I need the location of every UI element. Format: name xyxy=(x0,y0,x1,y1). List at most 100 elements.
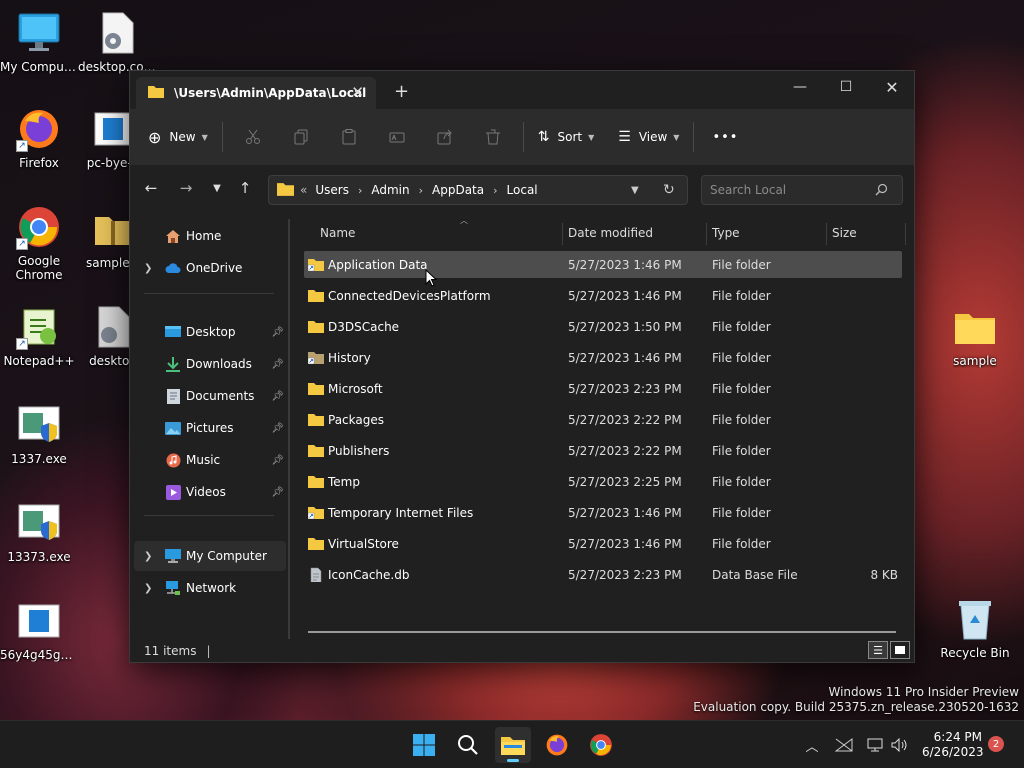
nav-item-downloads[interactable]: Downloads 📌︎ xyxy=(134,349,286,379)
column-header-size[interactable]: Size xyxy=(832,223,857,243)
nav-item-desktop[interactable]: Desktop 📌︎ xyxy=(134,317,286,347)
rename-button[interactable] xyxy=(373,119,421,155)
file-row-virtualstore[interactable]: VirtualStore 5/27/2023 1:46 PM File fold… xyxy=(304,530,902,557)
delete-button[interactable] xyxy=(469,119,517,155)
system-clock[interactable]: 6:24 PM 6/26/2023 xyxy=(922,730,984,760)
breadcrumb-users[interactable]: Users xyxy=(315,183,349,197)
desktop-icon-1337-exe[interactable]: 1337.exe xyxy=(0,402,78,466)
show-hidden-icons-button[interactable]: ︿ xyxy=(802,735,822,755)
nav-item-music[interactable]: Music 📌︎ xyxy=(134,445,286,475)
expand-chevron-icon[interactable]: ❯ xyxy=(144,583,152,594)
column-divider[interactable] xyxy=(562,223,563,245)
column-divider[interactable] xyxy=(826,223,827,245)
desktop-icon-firefox[interactable]: ↗ Firefox xyxy=(0,106,78,170)
up-button[interactable]: ↑ xyxy=(232,175,258,201)
paste-button[interactable] xyxy=(325,119,373,155)
desktop-icon-google-chrome[interactable]: ↗ Google Chrome xyxy=(0,204,78,282)
refresh-icon[interactable]: ↻ xyxy=(663,182,675,198)
nav-item-pictures[interactable]: Pictures 📌︎ xyxy=(134,413,286,443)
shortcut-arrow-icon: ↗ xyxy=(16,338,28,350)
nav-item-documents[interactable]: Documents 📌︎ xyxy=(134,381,286,411)
expand-chevron-icon[interactable]: ❯ xyxy=(144,551,152,562)
file-explorer-taskbar-button[interactable] xyxy=(495,727,531,763)
file-row-publishers[interactable]: Publishers 5/27/2023 2:22 PM File folder xyxy=(304,437,902,464)
new-button[interactable]: ⊕ New ▼ xyxy=(140,119,216,155)
file-row-temporary-internet-files[interactable]: Temporary Internet Files 5/27/2023 1:46 … xyxy=(304,499,902,526)
notification-badge[interactable]: 2 xyxy=(988,736,1004,752)
notepad-plus-plus-icon: ↗ xyxy=(16,304,62,350)
desktop-icon-sample-folder[interactable]: sample xyxy=(936,304,1014,368)
recent-locations-button[interactable]: ▼ xyxy=(204,175,230,201)
file-row-packages[interactable]: Packages 5/27/2023 2:22 PM File folder xyxy=(304,406,902,433)
desktop-icon-56y4g45gh4[interactable]: 56y4g45gh4... xyxy=(0,598,78,662)
chevron-right-icon: › xyxy=(357,183,363,197)
desktop-icon-desktop-config[interactable]: desktop.con... xyxy=(78,10,156,74)
file-row-history[interactable]: History 5/27/2023 1:46 PM File folder xyxy=(304,344,902,371)
folder-icon xyxy=(952,304,998,350)
desktop-icon-my-computer[interactable]: My Computer xyxy=(0,10,78,74)
cut-button[interactable] xyxy=(229,119,277,155)
search-taskbar-button[interactable] xyxy=(450,727,486,763)
nav-item-videos[interactable]: Videos 📌︎ xyxy=(134,477,286,507)
chrome-icon xyxy=(590,734,612,756)
shortcut-arrow-icon: ↗ xyxy=(16,140,28,152)
desktop-icon-13373-exe[interactable]: 13373.exe xyxy=(0,500,78,564)
desktop-icon-notepad-plus-plus[interactable]: ↗ Notepad++ xyxy=(0,304,78,368)
network-status-icon[interactable] xyxy=(834,735,854,755)
column-divider[interactable] xyxy=(706,223,707,245)
breadcrumb-local[interactable]: Local xyxy=(507,183,538,197)
column-header-name[interactable]: Name ︿ xyxy=(320,216,560,243)
horizontal-scrollbar[interactable] xyxy=(308,631,896,633)
nav-item-my-computer[interactable]: ❯ My Computer xyxy=(134,541,286,571)
file-row-iconcache-db[interactable]: IconCache.db 5/27/2023 2:23 PM Data Base… xyxy=(304,561,902,588)
file-row-application-data[interactable]: Application Data 5/27/2023 1:46 PM File … xyxy=(304,251,902,278)
desktop-icon-label: Firefox xyxy=(19,156,59,170)
desktop-icon-recycle-bin[interactable]: Recycle Bin xyxy=(936,596,1014,660)
maximize-button[interactable]: ☐ xyxy=(823,71,869,103)
breadcrumb-admin[interactable]: Admin xyxy=(371,183,409,197)
file-date: 5/27/2023 2:23 PM xyxy=(568,381,682,396)
address-bar[interactable]: « Users › Admin › AppData › Local ▼ ↻ xyxy=(268,175,688,205)
close-window-button[interactable]: ✕ xyxy=(869,71,915,103)
see-more-button[interactable]: ••• xyxy=(700,119,750,155)
column-header-date[interactable]: Date modified xyxy=(568,223,653,243)
volume-icon[interactable] xyxy=(890,735,910,755)
tiles-view-button[interactable] xyxy=(890,641,910,659)
breadcrumb-overflow[interactable]: « xyxy=(300,183,307,197)
chrome-taskbar-button[interactable] xyxy=(583,727,619,763)
nav-item-network[interactable]: ❯ Network xyxy=(134,573,286,603)
forward-button[interactable]: → xyxy=(173,175,199,201)
close-tab-icon[interactable]: ✕ xyxy=(351,83,364,101)
column-divider[interactable] xyxy=(905,223,906,245)
nav-item-home[interactable]: Home xyxy=(134,221,286,251)
tab-local[interactable]: \Users\Admin\AppData\Local ✕ xyxy=(136,77,376,109)
breadcrumb-appdata[interactable]: AppData xyxy=(432,183,484,197)
share-button[interactable] xyxy=(421,119,469,155)
details-view-button[interactable]: ☰ xyxy=(868,641,888,659)
navigation-scrollbar[interactable] xyxy=(288,219,290,639)
file-type: File folder xyxy=(712,319,771,334)
copy-button[interactable] xyxy=(277,119,325,155)
file-row-temp[interactable]: Temp 5/27/2023 2:25 PM File folder xyxy=(304,468,902,495)
display-icon[interactable] xyxy=(866,735,886,755)
file-row-microsoft[interactable]: Microsoft 5/27/2023 2:23 PM File folder xyxy=(304,375,902,402)
address-dropdown-icon[interactable]: ▼ xyxy=(631,185,639,196)
start-button[interactable] xyxy=(406,727,442,763)
search-input[interactable] xyxy=(701,175,903,205)
new-tab-button[interactable]: + xyxy=(394,81,409,102)
tiles-view-icon xyxy=(895,646,905,654)
desktop-icon-label: Google Chrome xyxy=(15,254,63,282)
minimize-button[interactable]: — xyxy=(777,71,823,103)
nav-item-onedrive[interactable]: ❯ OneDrive xyxy=(134,253,286,283)
view-button[interactable]: ☰ View ▼ xyxy=(610,119,687,155)
desktop-icon-label: 13373.exe xyxy=(7,550,71,564)
watermark-line: Windows 11 Pro Insider Preview xyxy=(828,685,1019,699)
file-row-d3dscache[interactable]: D3DSCache 5/27/2023 1:50 PM File folder xyxy=(304,313,902,340)
expand-chevron-icon[interactable]: ❯ xyxy=(144,263,152,274)
sort-button[interactable]: ⇅ Sort ▼ xyxy=(530,119,603,155)
column-header-type[interactable]: Type xyxy=(712,223,740,243)
back-button[interactable]: ← xyxy=(138,175,164,201)
firefox-taskbar-button[interactable] xyxy=(539,727,575,763)
file-row-connecteddevicesplatform[interactable]: ConnectedDevicesPlatform 5/27/2023 1:46 … xyxy=(304,282,902,309)
search-icon xyxy=(875,183,888,196)
